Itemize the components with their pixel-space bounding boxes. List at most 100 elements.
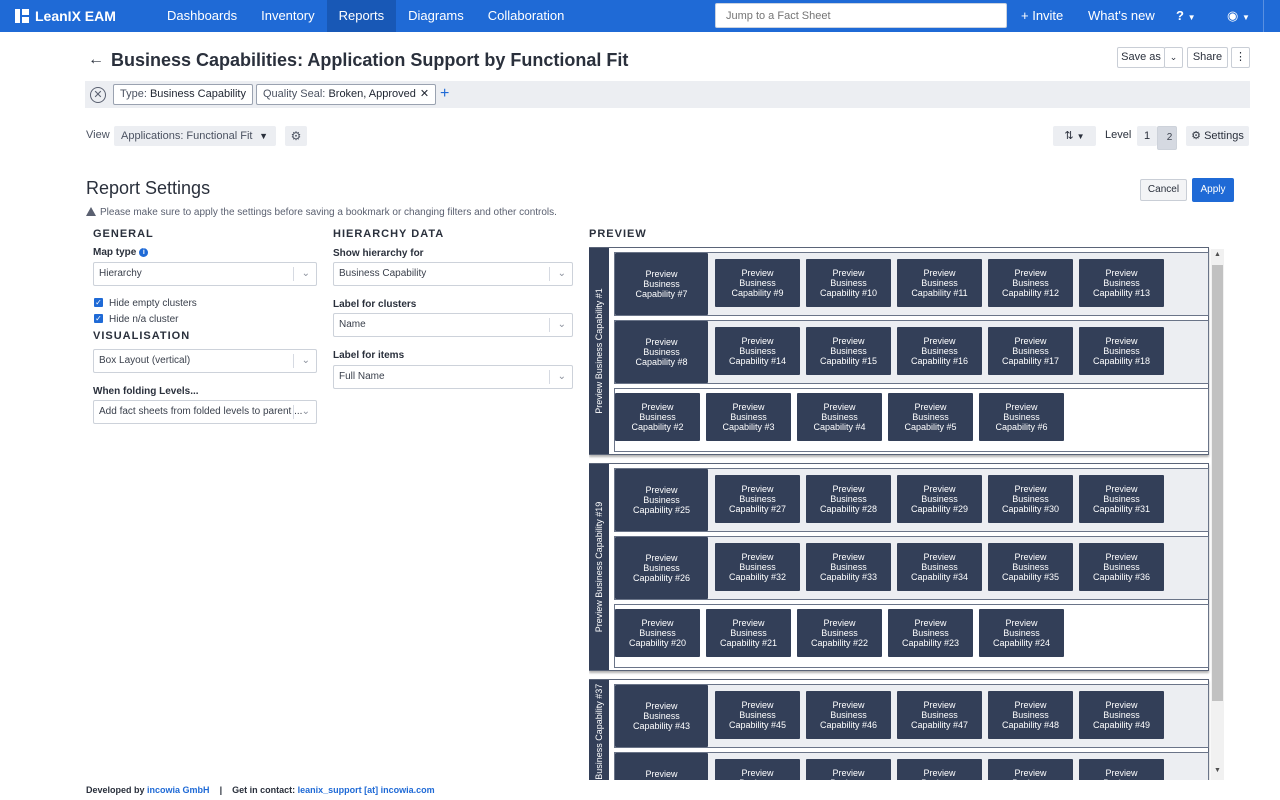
brand[interactable]: LeanIX EAM: [15, 8, 155, 24]
capability-cluster: Preview Business Capability #26 Preview Busi…: [614, 536, 1209, 600]
hide-empty-clusters-checkbox[interactable]: ✓: [94, 298, 103, 307]
capability-tile[interactable]: Preview Business Capability #49: [1079, 691, 1164, 739]
capability-tile[interactable]: Preview Business Capability #48: [988, 691, 1073, 739]
cluster-tile[interactable]: Preview Business Capability #25: [615, 469, 708, 531]
capability-tile[interactable]: PreviewBusinessCapability #53: [988, 759, 1073, 780]
preview-scrollbar[interactable]: ▲ ▼: [1211, 249, 1224, 780]
capability-tile[interactable]: Preview Business Capability #13: [1079, 259, 1164, 307]
capability-tile[interactable]: Preview Business Capability #24: [979, 609, 1064, 657]
folding-select[interactable]: Add fact sheets from folded levels to pa…: [93, 400, 317, 424]
capability-tile[interactable]: Preview Business Capability #3: [706, 393, 791, 441]
show-hierarchy-label: Show hierarchy for: [333, 248, 424, 259]
clusters-label-select[interactable]: Name ⌄: [333, 313, 573, 337]
capability-tile[interactable]: Preview Business Capability #27: [715, 475, 800, 523]
cluster-tile[interactable]: PreviewBusinessCapability #44: [615, 753, 708, 780]
capability-tile[interactable]: Preview Business Capability #16: [897, 327, 982, 375]
save-as-dropdown-button[interactable]: ⌄: [1164, 47, 1183, 68]
capability-tile[interactable]: Preview Business Capability #11: [897, 259, 982, 307]
clear-filters-icon[interactable]: ✕: [90, 87, 106, 103]
capability-tile[interactable]: PreviewBusinessCapability #51: [806, 759, 891, 780]
capability-tile[interactable]: Preview Business Capability #35: [988, 543, 1073, 591]
capability-tile[interactable]: Preview Business Capability #12: [988, 259, 1073, 307]
capability-tile[interactable]: Preview Business Capability #21: [706, 609, 791, 657]
nav-item-diagrams[interactable]: Diagrams: [396, 0, 476, 32]
nav-item-inventory[interactable]: Inventory: [249, 0, 326, 32]
capability-tile[interactable]: Preview Business Capability #28: [806, 475, 891, 523]
settings-button[interactable]: ⚙ Settings: [1186, 126, 1249, 146]
cancel-button[interactable]: Cancel: [1140, 179, 1187, 201]
level-1-button[interactable]: 1: [1137, 126, 1157, 146]
clusters-label: Label for clusters: [333, 299, 417, 310]
contact-link[interactable]: leanix_support [at] incowia.com: [298, 785, 435, 795]
scroll-down-icon[interactable]: ▼: [1211, 767, 1224, 774]
back-arrow-icon[interactable]: ←: [88, 52, 104, 68]
capability-tile[interactable]: Preview Business Capability #29: [897, 475, 982, 523]
help-icon[interactable]: ? ▼: [1176, 0, 1196, 32]
general-heading: GENERAL: [93, 228, 154, 240]
add-filter-button[interactable]: +: [440, 86, 449, 102]
user-menu[interactable]: ◉ ▼: [1227, 0, 1250, 32]
capability-group[interactable]: Preview Business Capability #1 Preview Bus…: [589, 247, 1209, 455]
whats-new-button[interactable]: What's new: [1088, 0, 1155, 32]
share-button[interactable]: Share: [1187, 47, 1228, 68]
level-2-button[interactable]: 2: [1157, 126, 1177, 150]
map-type-select[interactable]: Hierarchy ⌄: [93, 262, 317, 286]
search-input[interactable]: [715, 3, 1007, 28]
view-select[interactable]: Applications: Functional Fit ▼: [114, 126, 276, 146]
more-options-button[interactable]: ⋮: [1231, 47, 1250, 68]
capability-tile[interactable]: Preview Business Capability #4: [797, 393, 882, 441]
capability-tile[interactable]: Preview Business Capability #20: [615, 609, 700, 657]
cluster-tile[interactable]: Preview Business Capability #8: [615, 321, 708, 383]
capability-tile[interactable]: PreviewBusinessCapability #50: [715, 759, 800, 780]
capability-tile[interactable]: Preview Business Capability #14: [715, 327, 800, 375]
capability-tile[interactable]: PreviewBusinessCapability #54: [1079, 759, 1164, 780]
gear-icon: ⚙: [1191, 130, 1202, 142]
capability-tile[interactable]: Preview Business Capability #46: [806, 691, 891, 739]
filter-chip-type[interactable]: Type: Business Capability: [113, 84, 253, 105]
capability-tile[interactable]: PreviewBusinessCapability #52: [897, 759, 982, 780]
capability-tile[interactable]: Preview Business Capability #2: [615, 393, 700, 441]
save-as-button[interactable]: Save as: [1117, 47, 1165, 68]
scrollbar-thumb[interactable]: [1212, 265, 1223, 701]
filter-chip-quality-seal[interactable]: Quality Seal: Broken, Approved ✕: [256, 84, 437, 105]
layout-select[interactable]: Box Layout (vertical) ⌄: [93, 349, 317, 373]
capability-tile[interactable]: Preview Business Capability #6: [979, 393, 1064, 441]
nav-item-collaboration[interactable]: Collaboration: [476, 0, 577, 32]
apply-button[interactable]: Apply: [1192, 178, 1234, 202]
capability-tile[interactable]: Preview Business Capability #15: [806, 327, 891, 375]
cluster-tile[interactable]: Preview Business Capability #26: [615, 537, 708, 599]
capability-tile[interactable]: Preview Business Capability #36: [1079, 543, 1164, 591]
capability-tile[interactable]: Preview Business Capability #17: [988, 327, 1073, 375]
capability-tile[interactable]: Preview Business Capability #32: [715, 543, 800, 591]
view-settings-gear-icon[interactable]: ⚙: [285, 126, 307, 146]
app-title: LeanIX EAM: [35, 8, 116, 24]
info-icon[interactable]: i: [139, 248, 149, 257]
cluster-tile[interactable]: Preview Business Capability #43: [615, 685, 708, 747]
capability-tile[interactable]: Preview Business Capability #23: [888, 609, 973, 657]
capability-tile[interactable]: Preview Business Capability #10: [806, 259, 891, 307]
nav-item-dashboards[interactable]: Dashboards: [155, 0, 249, 32]
nav-item-reports[interactable]: Reports: [326, 0, 397, 32]
capability-tile[interactable]: Preview Business Capability #31: [1079, 475, 1164, 523]
capability-tile[interactable]: Preview Business Capability #33: [806, 543, 891, 591]
capability-tile[interactable]: Preview Business Capability #18: [1079, 327, 1164, 375]
capability-group[interactable]: Preview Business Capability #37 Preview Bu…: [589, 679, 1209, 780]
items-label-select[interactable]: Full Name ⌄: [333, 365, 573, 389]
capability-tile[interactable]: Preview Business Capability #5: [888, 393, 973, 441]
show-hierarchy-select[interactable]: Business Capability ⌄: [333, 262, 573, 286]
capability-tile[interactable]: Preview Business Capability #22: [797, 609, 882, 657]
sort-button[interactable]: ⇅ ▼: [1053, 126, 1096, 146]
capability-tile[interactable]: Preview Business Capability #9: [715, 259, 800, 307]
capability-tile[interactable]: Preview Business Capability #30: [988, 475, 1073, 523]
hide-na-cluster-label: Hide n/a cluster: [109, 314, 179, 325]
capability-tile[interactable]: Preview Business Capability #45: [715, 691, 800, 739]
cluster-tile[interactable]: Preview Business Capability #7: [615, 253, 708, 315]
capability-tile[interactable]: Preview Business Capability #47: [897, 691, 982, 739]
scroll-up-icon[interactable]: ▲: [1211, 251, 1224, 258]
invite-button[interactable]: + Invite: [1021, 0, 1063, 32]
remove-filter-icon[interactable]: ✕: [420, 88, 429, 100]
capability-group[interactable]: Preview Business Capability #19 Preview Bu…: [589, 463, 1209, 671]
developer-link[interactable]: incowia GmbH: [147, 785, 210, 795]
hide-na-cluster-checkbox[interactable]: ✓: [94, 314, 103, 323]
capability-tile[interactable]: Preview Business Capability #34: [897, 543, 982, 591]
